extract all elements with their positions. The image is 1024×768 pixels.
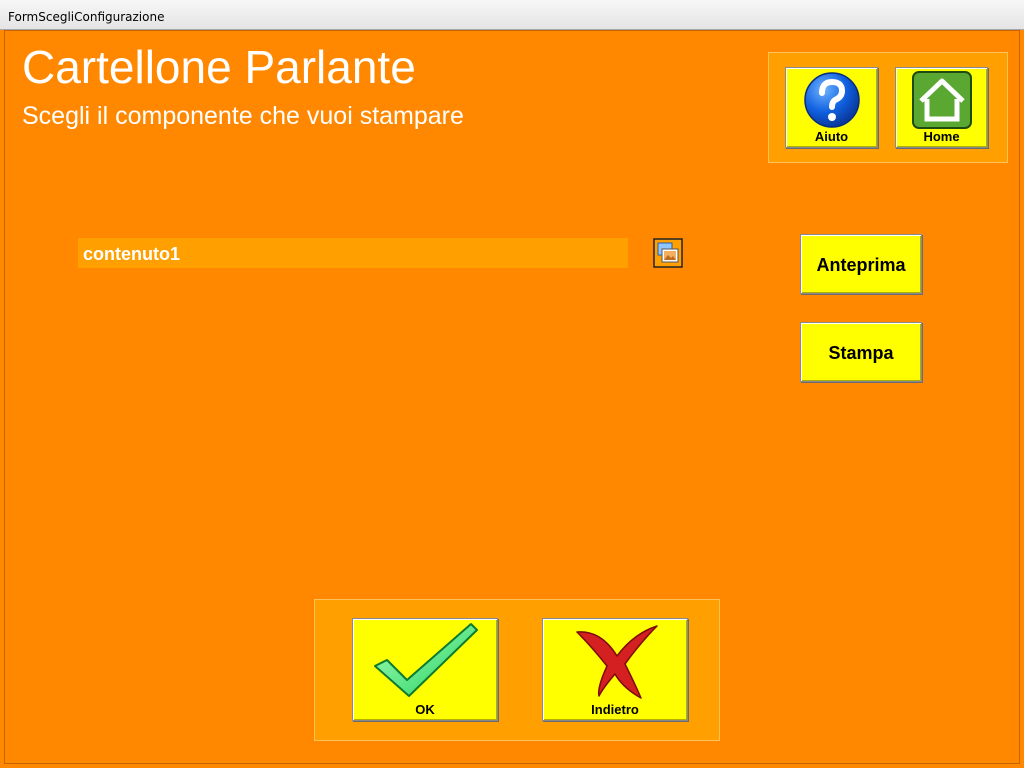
print-label: Stampa [828, 343, 894, 363]
help-button[interactable]: Aiuto [785, 67, 878, 148]
back-button[interactable]: Indietro [542, 618, 688, 721]
window-titlebar: FormScegliConfigurazione [0, 0, 1024, 30]
home-icon [912, 71, 972, 129]
ok-button[interactable]: OK [352, 618, 498, 721]
app-title: Cartellone Parlante [22, 41, 416, 93]
help-label: Aiuto [814, 129, 849, 144]
content-item-label: contenuto1 [83, 244, 180, 264]
ok-label: OK [415, 702, 435, 717]
preview-label: Anteprima [816, 255, 906, 275]
print-button[interactable]: Stampa [800, 322, 922, 382]
home-label: Home [923, 129, 960, 144]
help-icon [804, 72, 860, 128]
content-list-item[interactable]: contenuto1 [78, 238, 628, 268]
cross-icon [576, 625, 658, 699]
page-subtitle: Scegli il componente che vuoi stampare [22, 102, 464, 130]
window-title: FormScegliConfigurazione [8, 10, 165, 24]
picture-icon[interactable] [653, 238, 683, 268]
back-label: Indietro [591, 702, 639, 717]
preview-button[interactable]: Anteprima [800, 234, 922, 294]
home-button[interactable]: Home [895, 67, 988, 148]
checkmark-icon [374, 623, 478, 697]
